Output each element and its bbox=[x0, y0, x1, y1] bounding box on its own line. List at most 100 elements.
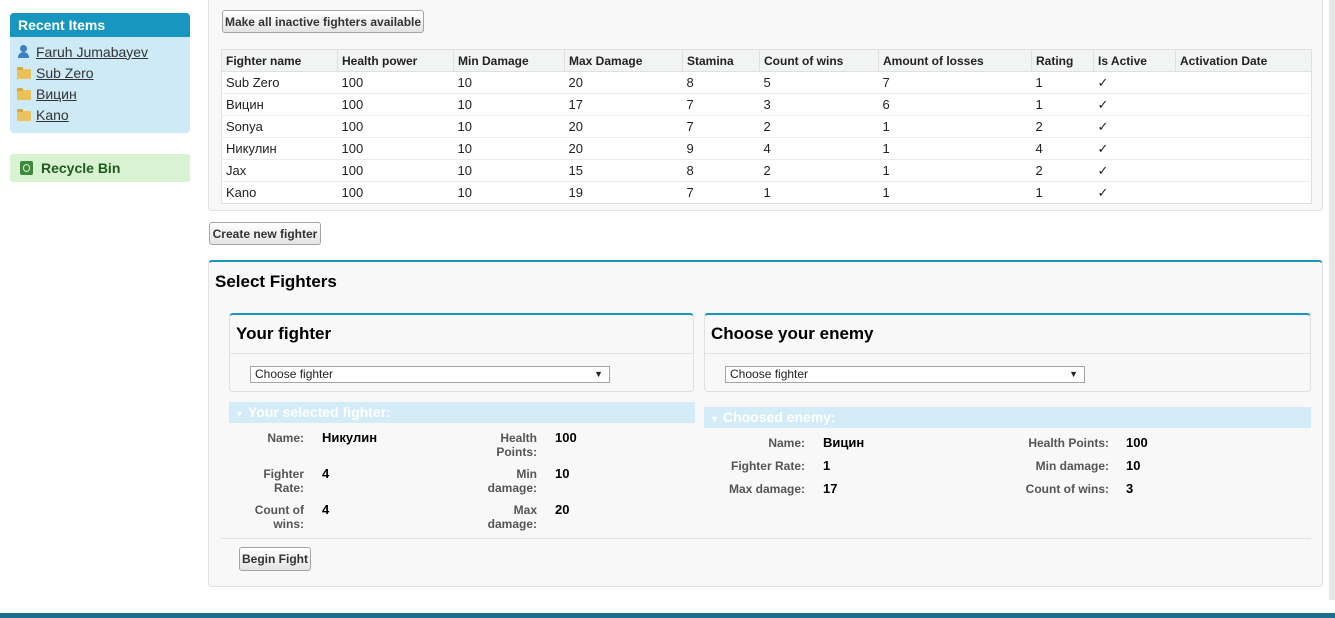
cell-max-damage: 15 bbox=[564, 159, 683, 182]
cell-stamina: 8 bbox=[682, 71, 760, 94]
your-selected-fighter-section[interactable]: ▼ Your selected fighter: bbox=[229, 402, 695, 423]
cell-activation-date bbox=[1175, 93, 1312, 116]
cell-max-damage: 19 bbox=[564, 181, 683, 204]
cell-fighter-name: Sonya bbox=[221, 115, 338, 138]
cell-losses: 1 bbox=[878, 181, 1032, 204]
your-max-damage-value: 20 bbox=[555, 502, 570, 517]
enemy-wins-value: 3 bbox=[1126, 481, 1134, 496]
recent-item-link[interactable]: Sub Zero bbox=[36, 65, 94, 81]
section-title: Your selected fighter: bbox=[247, 404, 391, 420]
cell-fighter-name: Sub Zero bbox=[221, 71, 338, 94]
cell-min-damage: 10 bbox=[453, 181, 565, 204]
cell-wins: 1 bbox=[759, 181, 879, 204]
cell-health: 100 bbox=[337, 181, 454, 204]
checkmark-icon: ✓ bbox=[1093, 159, 1176, 182]
cell-stamina: 9 bbox=[682, 137, 760, 160]
enemy-panel: Choose your enemy Choose fighter ▼ bbox=[704, 313, 1311, 392]
column-header[interactable]: Max Damage bbox=[564, 49, 683, 72]
cell-activation-date bbox=[1175, 71, 1312, 94]
fighters-table: Fighter name Health power Min Damage Max… bbox=[221, 49, 1312, 204]
cell-rating: 1 bbox=[1031, 93, 1094, 116]
cell-min-damage: 10 bbox=[453, 159, 565, 182]
your-fighter-select-value: Choose fighter bbox=[255, 367, 334, 381]
table-row: Sub Zero 100 10 20 8 5 7 1 ✓ bbox=[221, 71, 1312, 94]
checkmark-icon: ✓ bbox=[1093, 181, 1176, 204]
cell-min-damage: 10 bbox=[453, 93, 565, 116]
cell-health: 100 bbox=[337, 71, 454, 94]
checkmark-icon: ✓ bbox=[1093, 115, 1176, 138]
your-min-damage-value: 10 bbox=[555, 466, 570, 481]
enemy-rate-label: Fighter Rate: bbox=[730, 459, 805, 473]
recent-item-link[interactable]: Kano bbox=[36, 107, 69, 123]
your-name-value: Никулин bbox=[322, 430, 378, 445]
create-new-fighter-button[interactable]: Create new fighter bbox=[209, 222, 321, 245]
cell-losses: 7 bbox=[878, 71, 1032, 94]
begin-fight-button[interactable]: Begin Fight bbox=[239, 547, 311, 571]
cell-health: 100 bbox=[337, 137, 454, 160]
your-wins-value: 4 bbox=[322, 502, 330, 517]
enemy-select[interactable]: Choose fighter ▼ bbox=[725, 366, 1085, 383]
recent-item[interactable]: Вицин bbox=[16, 83, 184, 104]
cell-min-damage: 10 bbox=[453, 71, 565, 94]
collapse-triangle-icon: ▼ bbox=[235, 409, 244, 419]
column-header[interactable]: Min Damage bbox=[453, 49, 565, 72]
recycle-bin-link[interactable]: Recycle Bin bbox=[10, 154, 190, 182]
make-all-available-button[interactable]: Make all inactive fighters available bbox=[222, 10, 424, 33]
recent-item-link[interactable]: Вицин bbox=[36, 86, 77, 102]
enemy-name-value: Вицин bbox=[823, 435, 865, 450]
choosed-enemy-section[interactable]: ▼ Choosed enemy: bbox=[704, 407, 1311, 428]
page-bottom-border bbox=[0, 613, 1335, 618]
column-header[interactable]: Activation Date bbox=[1175, 49, 1312, 72]
enemy-min-damage-label: Min damage: bbox=[1035, 459, 1109, 473]
column-header[interactable]: Stamina bbox=[682, 49, 760, 72]
dropdown-arrow-icon: ▼ bbox=[1069, 369, 1078, 379]
cell-activation-date bbox=[1175, 181, 1312, 204]
cell-losses: 1 bbox=[878, 137, 1032, 160]
select-fighters-panel: Select Fighters Your fighter Choose figh… bbox=[208, 260, 1323, 587]
enemy-title: Choose your enemy bbox=[711, 324, 874, 343]
column-header[interactable]: Is Active bbox=[1093, 49, 1176, 72]
enemy-wins-label: Count of wins: bbox=[1025, 482, 1109, 496]
enemy-max-damage-label: Max damage: bbox=[728, 482, 805, 496]
column-header[interactable]: Fighter name bbox=[221, 49, 338, 72]
cell-stamina: 7 bbox=[682, 181, 760, 204]
select-fighters-title: Select Fighters bbox=[215, 272, 337, 291]
cell-wins: 2 bbox=[759, 159, 879, 182]
recent-item[interactable]: Kano bbox=[16, 104, 184, 125]
folder-icon bbox=[16, 108, 32, 122]
column-header[interactable]: Rating bbox=[1031, 49, 1094, 72]
cell-fighter-name: Вицин bbox=[221, 93, 338, 116]
sidebar: Recent Items Faruh Jumabayev Sub Zero Ви… bbox=[10, 13, 190, 182]
cell-losses: 1 bbox=[878, 115, 1032, 138]
cell-losses: 1 bbox=[878, 159, 1032, 182]
folder-icon bbox=[16, 87, 32, 101]
cell-fighter-name: Jax bbox=[221, 159, 338, 182]
recent-item[interactable]: Faruh Jumabayev bbox=[16, 41, 184, 62]
cell-wins: 4 bbox=[759, 137, 879, 160]
enemy-health-label: Health Points: bbox=[1028, 436, 1109, 450]
cell-stamina: 7 bbox=[682, 115, 760, 138]
cell-health: 100 bbox=[337, 115, 454, 138]
table-row: Sonya 100 10 20 7 2 1 2 ✓ bbox=[221, 115, 1312, 138]
recycle-bin-label: Recycle Bin bbox=[41, 160, 121, 176]
column-header[interactable]: Count of wins bbox=[759, 49, 879, 72]
recent-item-link[interactable]: Faruh Jumabayev bbox=[36, 44, 148, 60]
table-row: Вицин 100 10 17 7 3 6 1 ✓ bbox=[221, 93, 1312, 116]
cell-rating: 1 bbox=[1031, 181, 1094, 204]
cell-losses: 6 bbox=[878, 93, 1032, 116]
cell-wins: 2 bbox=[759, 115, 879, 138]
recent-items-title: Recent Items bbox=[10, 13, 190, 37]
table-header-row: Fighter name Health power Min Damage Max… bbox=[221, 49, 1312, 72]
cell-max-damage: 20 bbox=[564, 137, 683, 160]
column-header[interactable]: Health power bbox=[337, 49, 454, 72]
scrollbar[interactable] bbox=[1329, 0, 1335, 600]
cell-wins: 3 bbox=[759, 93, 879, 116]
your-fighter-select[interactable]: Choose fighter ▼ bbox=[250, 366, 610, 383]
recent-item[interactable]: Sub Zero bbox=[16, 62, 184, 83]
your-fighter-title: Your fighter bbox=[236, 324, 332, 343]
column-header[interactable]: Amount of losses bbox=[878, 49, 1032, 72]
your-rate-value: 4 bbox=[322, 466, 330, 481]
recent-items-panel: Recent Items Faruh Jumabayev Sub Zero Ви… bbox=[10, 13, 190, 133]
divider bbox=[221, 538, 1311, 539]
cell-health: 100 bbox=[337, 93, 454, 116]
